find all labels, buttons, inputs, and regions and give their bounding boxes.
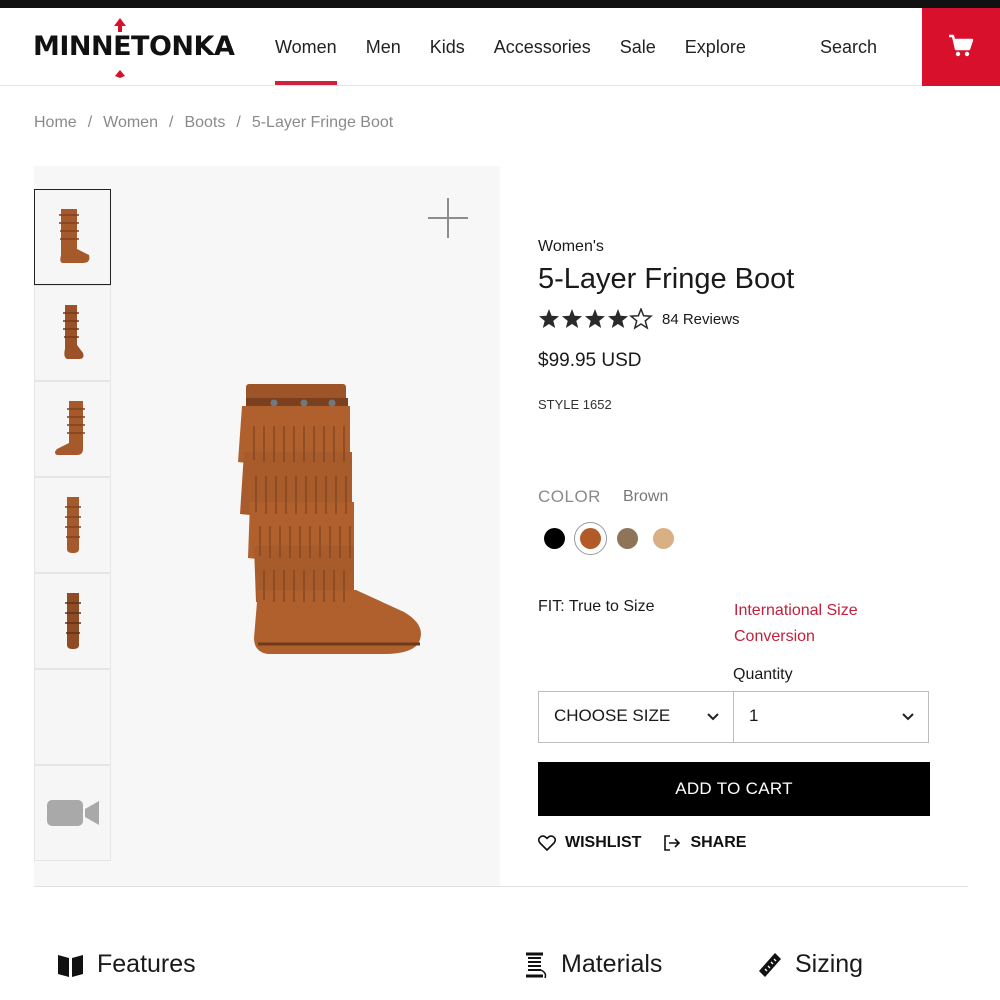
main-nav: Women Men Kids Accessories Sale Explore: [275, 8, 775, 86]
zoom-plus-icon[interactable]: [426, 196, 470, 240]
tab-materials-label: Materials: [561, 950, 663, 978]
swatch-black[interactable]: [544, 528, 565, 549]
thumbnail-3[interactable]: [34, 381, 111, 477]
add-to-cart-button[interactable]: ADD TO CART: [538, 762, 930, 816]
product-title: 5-Layer Fringe Boot: [538, 263, 795, 295]
swatch-tan[interactable]: [653, 528, 674, 549]
international-size-link[interactable]: International Size Conversion: [734, 598, 884, 650]
fit-info: FIT: True to Size: [538, 598, 655, 615]
share-icon: [664, 835, 681, 851]
size-select[interactable]: CHOOSE SIZE: [538, 691, 734, 743]
boot-thumbnail-image: [54, 401, 85, 455]
chevron-down-icon: [902, 713, 914, 721]
swatch-taupe[interactable]: [617, 528, 638, 549]
breadcrumb-separator: /: [236, 114, 241, 131]
heart-icon: [538, 835, 556, 851]
brand-logo[interactable]: MINNETONKA: [33, 32, 235, 62]
nav-women[interactable]: Women: [275, 8, 337, 86]
style-number: STYLE 1652: [538, 397, 612, 412]
product-gallery: [34, 166, 500, 886]
swatch-brown[interactable]: [580, 528, 601, 549]
quantity-select-value: 1: [749, 706, 759, 725]
breadcrumb-boots[interactable]: Boots: [184, 114, 225, 132]
breadcrumb-separator: /: [168, 114, 174, 131]
ruler-icon: [759, 952, 781, 977]
thumbnail-1[interactable]: [34, 189, 111, 285]
product-main-image: [238, 384, 421, 654]
spool-icon: [526, 952, 547, 978]
boot-thumbnail-image: [64, 593, 81, 649]
wishlist-label: WISHLIST: [565, 834, 642, 851]
product-price: $99.95 USD: [538, 350, 642, 371]
nav-explore[interactable]: Explore: [685, 8, 746, 86]
color-value: Brown: [623, 488, 669, 505]
tab-features[interactable]: Features: [57, 950, 196, 979]
tab-features-label: Features: [97, 950, 196, 978]
cart-button[interactable]: [922, 8, 1000, 86]
thumbnail-5[interactable]: [34, 573, 111, 669]
nav-kids[interactable]: Kids: [430, 8, 465, 86]
thumbnail-6-empty[interactable]: [34, 669, 111, 765]
cart-icon: [949, 34, 974, 57]
share-button[interactable]: SHARE: [663, 834, 746, 852]
boot-thumbnail-image: [58, 209, 89, 263]
size-select-value: CHOOSE SIZE: [554, 706, 671, 725]
logo-arrow-icon: [114, 18, 126, 78]
top-black-bar: [0, 0, 1000, 8]
breadcrumb-women[interactable]: Women: [103, 114, 158, 132]
star-rating: [538, 308, 653, 330]
share-label: SHARE: [690, 834, 747, 851]
wishlist-button[interactable]: WISHLIST: [538, 834, 641, 852]
thumbnail-list: [34, 189, 112, 861]
nav-accessories[interactable]: Accessories: [494, 8, 591, 86]
breadcrumb-home[interactable]: Home: [34, 114, 77, 132]
nav-men[interactable]: Men: [366, 8, 401, 86]
review-count[interactable]: 84 Reviews: [662, 311, 740, 328]
thumbnail-2[interactable]: [34, 285, 111, 381]
tab-sizing-label: Sizing: [795, 950, 864, 978]
nav-sale[interactable]: Sale: [620, 8, 656, 86]
tab-sizing[interactable]: Sizing: [757, 950, 863, 979]
section-divider: [34, 886, 968, 887]
boot-thumbnail-image: [64, 497, 81, 553]
breadcrumb-current: 5-Layer Fringe Boot: [251, 114, 394, 131]
color-label: COLOR: [538, 487, 601, 506]
breadcrumb-separator: /: [87, 114, 93, 131]
breadcrumb: Home / Women / Boots / 5-Layer Fringe Bo…: [34, 114, 393, 132]
site-header: MINNETONKA Women Men Kids Accessories Sa…: [0, 8, 1000, 86]
quantity-select[interactable]: 1: [733, 691, 929, 743]
product-actions: WISHLIST SHARE: [538, 834, 768, 852]
thumbnail-video[interactable]: [34, 765, 111, 861]
chevron-down-icon: [707, 713, 719, 721]
search-link[interactable]: Search: [820, 8, 877, 86]
color-swatches: [538, 522, 688, 556]
quantity-label: Quantity: [733, 666, 793, 683]
product-rating[interactable]: 84 Reviews: [538, 308, 740, 330]
tab-materials[interactable]: Materials: [523, 950, 662, 979]
thumbnail-4[interactable]: [34, 477, 111, 573]
stars-icon: [539, 308, 652, 329]
video-camera-icon: [46, 800, 99, 826]
book-icon: [58, 954, 83, 977]
boot-thumbnail-image: [62, 305, 83, 359]
product-category: Women's: [538, 238, 604, 255]
